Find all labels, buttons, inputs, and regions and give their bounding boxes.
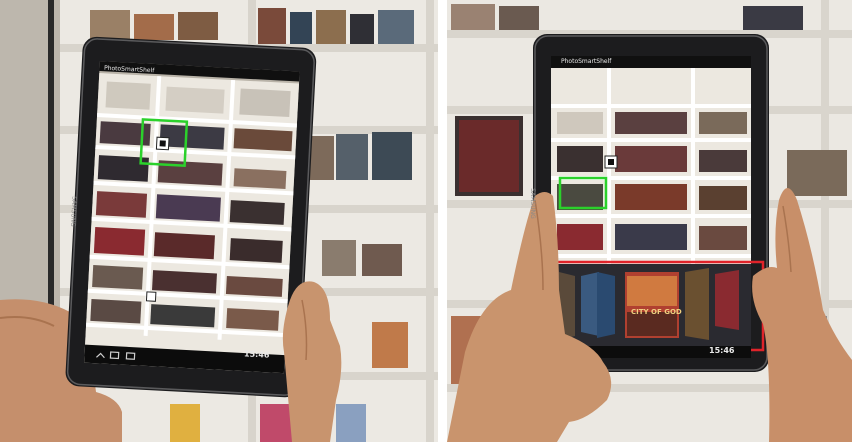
left-status-time: 15:46	[243, 349, 270, 360]
photo-divider	[438, 0, 447, 442]
right-tablet-brand: SAMSUNG	[528, 188, 536, 219]
right-poster-title: CITY OF GOD	[631, 308, 682, 316]
right-app-title: PhotoSmartShelf	[561, 58, 612, 65]
left-scene	[0, 0, 438, 442]
right-photo: PhotoSmartShelf 15:46 CITY OF GOD SAMSUN…	[447, 0, 852, 442]
left-photo: PhotoSmartShelf 15:46 SAMSUNG	[0, 0, 438, 442]
right-scene	[447, 0, 852, 442]
right-status-time: 15:46	[709, 346, 735, 355]
